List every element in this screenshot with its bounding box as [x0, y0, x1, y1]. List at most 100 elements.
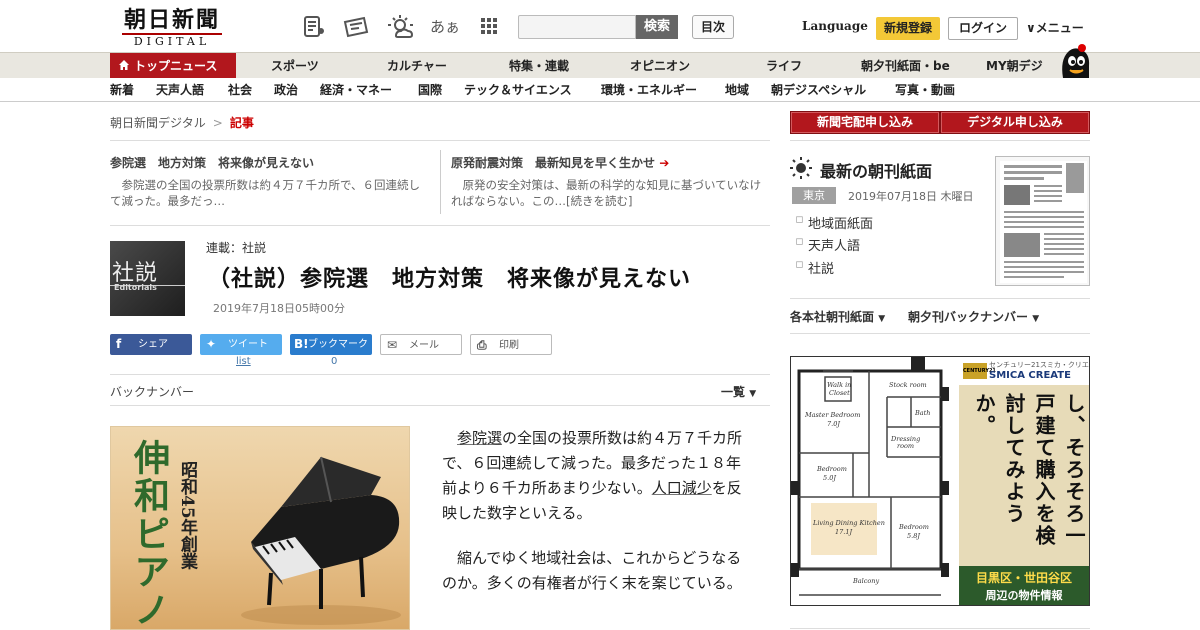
ad-area: 目黒区・世田谷区	[975, 571, 1072, 585]
series-label[interactable]: 連載：社説	[206, 239, 266, 256]
divider	[110, 374, 770, 375]
nav-international[interactable]: 国際	[418, 78, 442, 102]
related-article[interactable]: 原発耐震対策 最新知見を早く生かせ ➔ 原発の安全対策は、最新の科学的な知見に基…	[451, 154, 767, 209]
related-title[interactable]: 参院選 地方対策 将来像が見えない	[110, 154, 426, 172]
divider	[110, 225, 770, 226]
latest-paper-title[interactable]: 最新の朝刊紙面	[820, 158, 932, 182]
ad-copy-panel: CENTURY21 センチュリー21スミカ・クリエイト SMICA CREATE…	[959, 357, 1089, 605]
article-title: （社説）参院選 地方対策 将来像が見えない	[208, 267, 692, 292]
body-paragraph: 参院選の全国の投票所数は約４万７千カ所で、６回連続して減った。最多だった１８年前…	[442, 426, 748, 526]
twitter-count[interactable]: list	[236, 356, 251, 367]
hatena-count[interactable]: 0	[331, 356, 337, 367]
paper-link[interactable]: ▫ 天声人語	[795, 234, 861, 254]
nav-life[interactable]: ライフ	[766, 53, 802, 79]
weather-icon[interactable]	[387, 14, 414, 40]
print-button[interactable]: ⎙ 印刷	[470, 334, 552, 355]
keyword-link[interactable]: 参院選	[457, 429, 502, 447]
article-date: 2019年7月18日05時00分	[213, 302, 345, 315]
breadcrumb-home[interactable]: 朝日新聞デジタル	[110, 116, 206, 130]
hatena-bookmark-button[interactable]: B! ブックマーク	[290, 334, 372, 355]
paper-icon[interactable]	[342, 14, 369, 40]
subscribe-digital-button[interactable]: デジタル申し込み	[940, 111, 1090, 134]
login-button[interactable]: ログイン	[948, 17, 1018, 40]
nav-society[interactable]: 社会	[228, 78, 252, 102]
nav-culture[interactable]: カルチャー	[387, 53, 447, 79]
nav-special[interactable]: 朝デジスペシャル	[771, 78, 866, 102]
real-estate-advertisement[interactable]: Walk in Closet Master Bedroom 7.0J Bedro…	[790, 356, 1090, 606]
nav-tech-science[interactable]: テック＆サイエンス	[464, 78, 572, 102]
nav-photo-video[interactable]: 写真・動画	[895, 78, 955, 102]
news-icon[interactable]	[301, 14, 327, 40]
toc-button[interactable]: 目次	[692, 15, 734, 39]
backnumber-list-dropdown[interactable]: 一覧 ▼	[721, 383, 756, 400]
paper-link[interactable]: ▫ 地域面紙面	[795, 212, 873, 232]
century21-logo: CENTURY21	[963, 363, 996, 379]
related-title[interactable]: 原発耐震対策 最新知見を早く生かせ ➔	[451, 154, 767, 172]
hatena-label: ブックマーク	[308, 339, 368, 350]
nav-sports[interactable]: スポーツ	[271, 53, 319, 79]
menu-button[interactable]: ∨メニュー	[1026, 19, 1084, 36]
room-label: room	[897, 442, 914, 450]
backnumber-list-label: 一覧	[721, 385, 746, 399]
language-link[interactable]: Language	[802, 19, 868, 33]
keyword-link[interactable]: 人口減少	[652, 479, 712, 497]
ad-area-sub: 周辺の物件情報	[985, 589, 1063, 602]
room-label: Living Dining Kitchen	[812, 519, 885, 527]
dropdown-arrow-icon: ▼	[878, 314, 886, 324]
print-icon: ⎙	[477, 338, 487, 352]
divider	[440, 150, 441, 214]
paper-link-label: 天声人語	[808, 239, 861, 254]
breadcrumb-separator: >	[212, 116, 223, 130]
nav-economy[interactable]: 経済・マネー	[320, 78, 392, 102]
thumb-en: Editorials	[114, 283, 157, 292]
nav-opinion[interactable]: オピニオン	[630, 53, 690, 79]
nav-features[interactable]: 特集・連載	[509, 53, 569, 79]
primary-nav: トップニュース スポーツ カルチャー 特集・連載 オピニオン ライフ 朝夕刊紙面…	[0, 52, 1200, 79]
subscribe-home-button[interactable]: 新聞宅配申し込み	[790, 111, 940, 134]
logo[interactable]: 朝日新聞 DIGITAL	[116, 8, 228, 48]
floor-plan-image: Walk in Closet Master Bedroom 7.0J Bedro…	[791, 357, 959, 605]
nav-my[interactable]: MY朝デジ	[986, 53, 1043, 79]
grand-piano-image	[241, 456, 401, 625]
ad-area-banner: 目黒区・世田谷区 周辺の物件情報	[959, 566, 1089, 605]
room-label: Bedroom	[898, 523, 929, 531]
nav-top-news[interactable]: トップニュース	[110, 53, 236, 79]
twitter-share-button[interactable]: ✦ ツイート	[200, 334, 282, 355]
brand-line1: センチュリー21スミカ・クリエイト	[989, 361, 1089, 369]
body-paragraph: 縮んでゆく地域社会は、これからどうなるのか。多くの有権者が行く末を案じている。	[442, 549, 742, 592]
room-label: Closet	[829, 389, 850, 397]
register-button[interactable]: 新規登録	[876, 17, 940, 40]
regional-paper-dropdown[interactable]: 各本社朝刊紙面 ▼	[790, 308, 885, 325]
paper-link[interactable]: ▫ 社説	[795, 257, 834, 277]
dropdown-arrow-icon: ▼	[1032, 314, 1040, 324]
nav-tenseijingo[interactable]: 天声人語	[156, 78, 204, 102]
room-label: Master Bedroom	[804, 411, 860, 419]
newspaper-thumbnail[interactable]	[995, 156, 1090, 286]
grid-menu-icon[interactable]	[476, 14, 502, 40]
nav-environment[interactable]: 環境・エネルギー	[601, 78, 697, 102]
search-button[interactable]: 検索	[636, 15, 678, 39]
divider	[790, 140, 1090, 141]
divider	[110, 405, 770, 406]
breadcrumb-current: 記事	[229, 116, 254, 130]
room-label: Walk in	[827, 381, 851, 389]
nav-new[interactable]: 新着	[110, 78, 134, 102]
facebook-share-button[interactable]: f シェア	[110, 334, 192, 355]
paper-backnumber-dropdown[interactable]: 朝夕刊バックナンバー ▼	[908, 308, 1039, 325]
header: 朝日新聞 DIGITAL あぁ 検索 目次 Language 新規登録 ログイン…	[0, 0, 1200, 52]
nav-local[interactable]: 地域	[725, 78, 749, 102]
search-input[interactable]	[518, 15, 636, 39]
editorial-thumbnail[interactable]: 社説 Editorials	[110, 241, 185, 316]
mascot-icon[interactable]	[1058, 42, 1092, 80]
related-article[interactable]: 参院選 地方対策 将来像が見えない 参院選の全国の投票所数は約４万７千カ所で、６…	[110, 154, 426, 209]
nav-paper[interactable]: 朝夕刊紙面・be	[861, 53, 950, 79]
font-size-icon[interactable]: あぁ	[430, 14, 460, 40]
backnumber-label: バックナンバー	[110, 385, 195, 399]
mail-button[interactable]: ✉ メール	[380, 334, 462, 355]
nav-politics[interactable]: 政治	[274, 78, 298, 102]
room-label: 5.0J	[823, 474, 836, 482]
related-desc: 参院選の全国の投票所数は約４万７千カ所で、６回連続して減った。最多だっ…	[110, 178, 421, 208]
room-label: 17.1J	[835, 528, 852, 536]
divider	[110, 140, 770, 141]
piano-advertisement[interactable]: 伸和ピアノ 昭和45年創業	[110, 426, 410, 630]
